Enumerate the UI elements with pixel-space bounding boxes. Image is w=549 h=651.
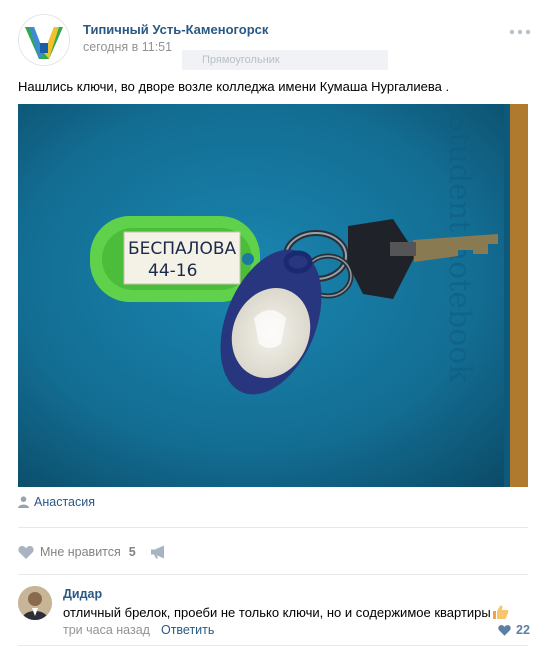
comment-avatar[interactable] xyxy=(18,586,52,620)
share-button[interactable] xyxy=(150,545,167,559)
post-timestamp[interactable]: сегодня в 11:51 xyxy=(83,40,172,54)
group-logo xyxy=(19,15,69,65)
post-actions: Мне нравится 5 xyxy=(18,543,167,561)
avatar-image xyxy=(18,586,52,620)
post-photo[interactable]: Student notebook БЕСПАЛОВА 44-16 xyxy=(18,104,528,487)
group-name-link[interactable]: Типичный Усть-Каменогорск xyxy=(83,22,268,37)
divider xyxy=(18,574,528,575)
comment-text: отличный брелок, проеби не только ключи,… xyxy=(63,604,509,620)
megaphone-icon xyxy=(150,545,164,559)
group-avatar[interactable] xyxy=(18,14,70,66)
divider xyxy=(18,527,528,528)
like-button[interactable]: Мне нравится 5 xyxy=(18,545,136,559)
comment-meta: три часа назад Ответить xyxy=(63,623,214,637)
post-author-name[interactable]: Анастасия xyxy=(34,495,95,509)
more-dots-icon[interactable] xyxy=(509,28,531,36)
like-label: Мне нравится xyxy=(40,545,121,559)
divider xyxy=(18,645,528,646)
heart-icon xyxy=(18,545,34,559)
tag-group: 44-16 xyxy=(148,261,197,281)
like-count: 5 xyxy=(128,545,136,559)
post-text: Нашлись ключи, во дворе возле колледжа и… xyxy=(18,79,450,94)
wall-post: Типичный Усть-Каменогорск сегодня в 11:5… xyxy=(0,0,549,651)
user-icon xyxy=(18,496,29,508)
comment-author-link[interactable]: Дидар xyxy=(63,587,102,601)
thumbs-up-emoji xyxy=(492,605,509,619)
heart-icon xyxy=(498,625,511,636)
comment-time[interactable]: три часа назад xyxy=(63,623,150,637)
comment-like-button[interactable]: 22 xyxy=(498,623,530,637)
reply-button[interactable]: Ответить xyxy=(161,623,214,637)
tooltip-label: Прямоугольник xyxy=(182,50,388,70)
comment-like-count: 22 xyxy=(516,623,530,637)
tag-name: БЕСПАЛОВА xyxy=(128,239,237,259)
comment-text-body: отличный брелок, проеби не только ключи,… xyxy=(63,605,491,620)
post-author[interactable]: Анастасия xyxy=(18,494,95,510)
